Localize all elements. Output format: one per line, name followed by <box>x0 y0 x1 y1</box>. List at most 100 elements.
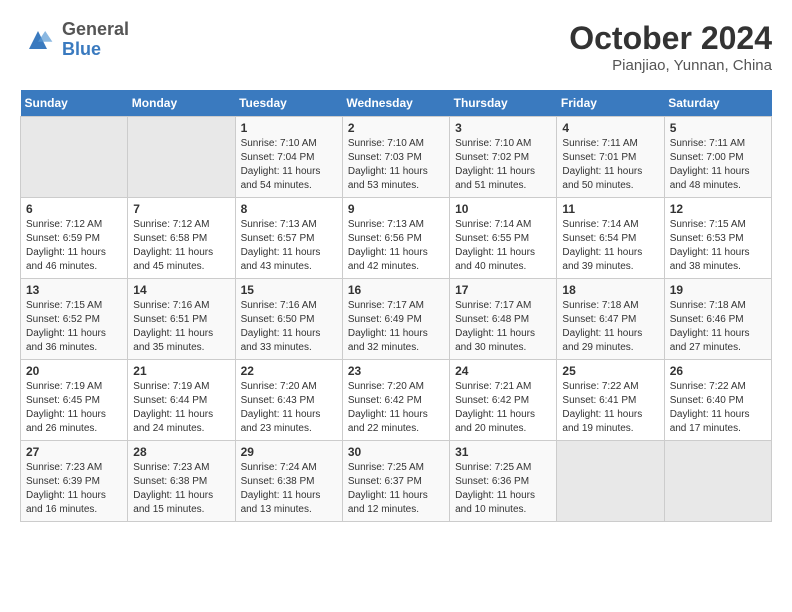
day-number: 19 <box>670 283 766 297</box>
header-saturday: Saturday <box>664 90 771 117</box>
page-title: October 2024 <box>569 20 772 57</box>
day-info: Sunrise: 7:21 AM Sunset: 6:42 PM Dayligh… <box>455 380 551 436</box>
calendar-cell: 8 Sunrise: 7:13 AM Sunset: 6:57 PM Daylig… <box>235 198 342 279</box>
day-info: Sunrise: 7:23 AM Sunset: 6:39 PM Dayligh… <box>26 461 122 517</box>
day-info: Sunrise: 7:20 AM Sunset: 6:42 PM Dayligh… <box>348 380 444 436</box>
header-row: SundayMondayTuesdayWednesdayThursdayFrid… <box>21 90 772 117</box>
logo-text: General Blue <box>62 20 129 60</box>
day-info: Sunrise: 7:19 AM Sunset: 6:44 PM Dayligh… <box>133 380 229 436</box>
calendar-week-row: 27Sunrise: 7:23 AM Sunset: 6:39 PM Dayli… <box>21 441 772 522</box>
day-number: 2 <box>348 121 444 135</box>
calendar-cell: 24 Sunrise: 7:21 AM Sunset: 6:42 PM Dayli… <box>450 360 557 441</box>
day-info: Sunrise: 7:23 AM Sunset: 6:38 PM Dayligh… <box>133 461 229 517</box>
day-number: 18 <box>562 283 658 297</box>
day-info: Sunrise: 7:13 AM Sunset: 6:57 PM Dayligh… <box>241 218 337 274</box>
calendar-cell: 5Sunrise: 7:11 AM Sunset: 7:00 PM Daylig… <box>664 117 771 198</box>
day-info: Sunrise: 7:11 AM Sunset: 7:01 PM Dayligh… <box>562 137 658 193</box>
calendar-cell: 23 Sunrise: 7:20 AM Sunset: 6:42 PM Dayli… <box>342 360 449 441</box>
calendar-cell: 27Sunrise: 7:23 AM Sunset: 6:39 PM Dayli… <box>21 441 128 522</box>
page-header: General Blue October 2024 Pianjiao, Yunn… <box>20 20 772 74</box>
logo-icon <box>20 22 56 58</box>
logo-line2: Blue <box>62 40 129 60</box>
logo-line1: General <box>62 20 129 40</box>
day-number: 24 <box>455 364 551 378</box>
day-info: Sunrise: 7:12 AM Sunset: 6:59 PM Dayligh… <box>26 218 122 274</box>
header-friday: Friday <box>557 90 664 117</box>
day-number: 6 <box>26 202 122 216</box>
day-number: 23 <box>348 364 444 378</box>
day-info: Sunrise: 7:10 AM Sunset: 7:04 PM Dayligh… <box>241 137 337 193</box>
calendar-header: SundayMondayTuesdayWednesdayThursdayFrid… <box>21 90 772 117</box>
day-number: 9 <box>348 202 444 216</box>
day-number: 21 <box>133 364 229 378</box>
calendar-cell: 3 Sunrise: 7:10 AM Sunset: 7:02 PM Daylig… <box>450 117 557 198</box>
calendar-cell: 22 Sunrise: 7:20 AM Sunset: 6:43 PM Dayli… <box>235 360 342 441</box>
day-number: 12 <box>670 202 766 216</box>
calendar-week-row: 1 Sunrise: 7:10 AM Sunset: 7:04 PM Daylig… <box>21 117 772 198</box>
calendar-cell: 19 Sunrise: 7:18 AM Sunset: 6:46 PM Dayli… <box>664 279 771 360</box>
calendar-cell: 28Sunrise: 7:23 AM Sunset: 6:38 PM Dayli… <box>128 441 235 522</box>
day-number: 22 <box>241 364 337 378</box>
day-number: 7 <box>133 202 229 216</box>
page-subtitle: Pianjiao, Yunnan, China <box>569 57 772 74</box>
day-number: 8 <box>241 202 337 216</box>
calendar-week-row: 20 Sunrise: 7:19 AM Sunset: 6:45 PM Dayli… <box>21 360 772 441</box>
day-info: Sunrise: 7:20 AM Sunset: 6:43 PM Dayligh… <box>241 380 337 436</box>
day-info: Sunrise: 7:10 AM Sunset: 7:03 PM Dayligh… <box>348 137 444 193</box>
calendar-cell: 25Sunrise: 7:22 AM Sunset: 6:41 PM Dayli… <box>557 360 664 441</box>
day-info: Sunrise: 7:15 AM Sunset: 6:53 PM Dayligh… <box>670 218 766 274</box>
day-info: Sunrise: 7:25 AM Sunset: 6:37 PM Dayligh… <box>348 461 444 517</box>
calendar-cell: 29Sunrise: 7:24 AM Sunset: 6:38 PM Dayli… <box>235 441 342 522</box>
calendar-cell: 16 Sunrise: 7:17 AM Sunset: 6:49 PM Dayli… <box>342 279 449 360</box>
calendar-cell: 4 Sunrise: 7:11 AM Sunset: 7:01 PM Daylig… <box>557 117 664 198</box>
day-number: 30 <box>348 445 444 459</box>
day-info: Sunrise: 7:18 AM Sunset: 6:46 PM Dayligh… <box>670 299 766 355</box>
day-info: Sunrise: 7:10 AM Sunset: 7:02 PM Dayligh… <box>455 137 551 193</box>
calendar-cell: 14Sunrise: 7:16 AM Sunset: 6:51 PM Dayli… <box>128 279 235 360</box>
day-info: Sunrise: 7:17 AM Sunset: 6:49 PM Dayligh… <box>348 299 444 355</box>
day-number: 3 <box>455 121 551 135</box>
day-number: 17 <box>455 283 551 297</box>
calendar-cell: 2 Sunrise: 7:10 AM Sunset: 7:03 PM Daylig… <box>342 117 449 198</box>
calendar-cell: 31 Sunrise: 7:25 AM Sunset: 6:36 PM Dayli… <box>450 441 557 522</box>
day-info: Sunrise: 7:24 AM Sunset: 6:38 PM Dayligh… <box>241 461 337 517</box>
day-number: 10 <box>455 202 551 216</box>
day-number: 26 <box>670 364 766 378</box>
calendar-cell: 20 Sunrise: 7:19 AM Sunset: 6:45 PM Dayli… <box>21 360 128 441</box>
day-number: 14 <box>133 283 229 297</box>
calendar-cell: 17 Sunrise: 7:17 AM Sunset: 6:48 PM Dayli… <box>450 279 557 360</box>
day-info: Sunrise: 7:25 AM Sunset: 6:36 PM Dayligh… <box>455 461 551 517</box>
day-info: Sunrise: 7:14 AM Sunset: 6:54 PM Dayligh… <box>562 218 658 274</box>
day-number: 20 <box>26 364 122 378</box>
day-number: 1 <box>241 121 337 135</box>
day-info: Sunrise: 7:15 AM Sunset: 6:52 PM Dayligh… <box>26 299 122 355</box>
day-number: 11 <box>562 202 658 216</box>
day-number: 25 <box>562 364 658 378</box>
calendar-cell: 13 Sunrise: 7:15 AM Sunset: 6:52 PM Dayli… <box>21 279 128 360</box>
day-info: Sunrise: 7:18 AM Sunset: 6:47 PM Dayligh… <box>562 299 658 355</box>
calendar-cell: 15Sunrise: 7:16 AM Sunset: 6:50 PM Dayli… <box>235 279 342 360</box>
calendar-table: SundayMondayTuesdayWednesdayThursdayFrid… <box>20 90 772 522</box>
day-info: Sunrise: 7:16 AM Sunset: 6:50 PM Dayligh… <box>241 299 337 355</box>
calendar-cell <box>664 441 771 522</box>
header-thursday: Thursday <box>450 90 557 117</box>
calendar-week-row: 13 Sunrise: 7:15 AM Sunset: 6:52 PM Dayli… <box>21 279 772 360</box>
calendar-cell: 9 Sunrise: 7:13 AM Sunset: 6:56 PM Daylig… <box>342 198 449 279</box>
day-info: Sunrise: 7:22 AM Sunset: 6:40 PM Dayligh… <box>670 380 766 436</box>
day-number: 13 <box>26 283 122 297</box>
calendar-cell: 12 Sunrise: 7:15 AM Sunset: 6:53 PM Dayli… <box>664 198 771 279</box>
calendar-week-row: 6 Sunrise: 7:12 AM Sunset: 6:59 PM Daylig… <box>21 198 772 279</box>
day-number: 4 <box>562 121 658 135</box>
calendar-cell <box>21 117 128 198</box>
header-monday: Monday <box>128 90 235 117</box>
day-info: Sunrise: 7:17 AM Sunset: 6:48 PM Dayligh… <box>455 299 551 355</box>
calendar-cell: 6 Sunrise: 7:12 AM Sunset: 6:59 PM Daylig… <box>21 198 128 279</box>
day-number: 16 <box>348 283 444 297</box>
calendar-body: 1 Sunrise: 7:10 AM Sunset: 7:04 PM Daylig… <box>21 117 772 522</box>
day-info: Sunrise: 7:19 AM Sunset: 6:45 PM Dayligh… <box>26 380 122 436</box>
calendar-cell: 10 Sunrise: 7:14 AM Sunset: 6:55 PM Dayli… <box>450 198 557 279</box>
logo: General Blue <box>20 20 129 60</box>
day-info: Sunrise: 7:13 AM Sunset: 6:56 PM Dayligh… <box>348 218 444 274</box>
day-info: Sunrise: 7:14 AM Sunset: 6:55 PM Dayligh… <box>455 218 551 274</box>
day-number: 31 <box>455 445 551 459</box>
